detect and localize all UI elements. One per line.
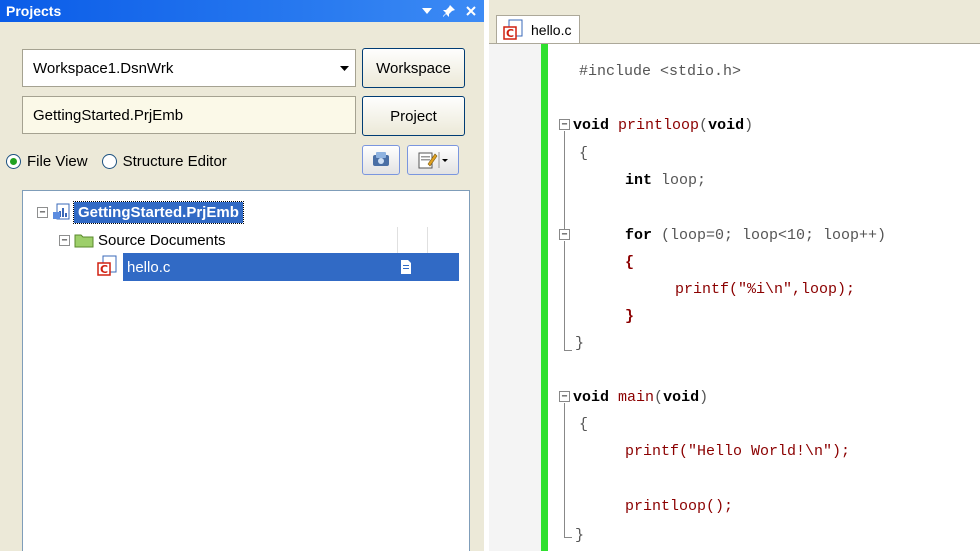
svg-text:C: C	[506, 27, 514, 40]
tree-file-selection[interactable]: hello.c	[123, 253, 459, 281]
chevron-down-icon[interactable]	[333, 50, 355, 86]
tree-row-folder[interactable]: − Source Documents	[59, 227, 226, 253]
code-line-7: printf("%i\n",loop);	[675, 281, 856, 298]
project-button[interactable]: Project	[362, 96, 465, 136]
document-icon	[401, 260, 411, 274]
editor-gutter	[489, 44, 541, 551]
dropdown-arrow-icon[interactable]	[418, 2, 436, 20]
fold-guide	[564, 241, 565, 351]
tree-folder-label[interactable]: Source Documents	[98, 232, 226, 249]
editor-tab-strip: C hello.c	[489, 0, 980, 44]
code-token: (	[699, 117, 709, 134]
change-bar	[541, 44, 548, 551]
code-token: int	[625, 172, 653, 189]
code-line-14: }	[575, 527, 585, 544]
code-token: void	[573, 117, 610, 134]
projects-titlebar: Projects	[0, 0, 484, 22]
options-dropdown-button[interactable]	[407, 145, 459, 175]
code-line-5: for (loop=0; loop<10; loop++)	[625, 225, 886, 247]
code-token: for	[625, 227, 653, 244]
radio-selected[interactable]	[6, 153, 21, 169]
code-line-1: #include <stdio.h>	[579, 63, 742, 80]
fold-collapse-icon[interactable]: −	[559, 229, 570, 240]
c-file-icon: C	[97, 255, 117, 276]
code-line-10: void main(void)	[573, 387, 708, 409]
code-token: void	[573, 389, 610, 406]
tree-row-root[interactable]: − GettingStarted.PrjEmb	[37, 199, 244, 225]
code-line-3: {	[579, 145, 589, 162]
tree-file-label[interactable]: hello.c	[123, 259, 399, 276]
tab-hello-c[interactable]: C hello.c	[496, 15, 581, 43]
view-radio-group: File View Structure Editor	[6, 148, 241, 174]
code-line-2: void printloop(void)	[573, 115, 753, 137]
code-line-11: {	[579, 416, 589, 433]
code-token: loop;	[652, 172, 707, 189]
code-line-13: printloop();	[625, 498, 734, 515]
code-token: printloop	[618, 117, 700, 134]
project-field[interactable]: GettingStarted.PrjEmb	[22, 96, 356, 134]
workspace-select[interactable]: Workspace1.DsnWrk	[22, 49, 356, 87]
tab-label[interactable]: hello.c	[531, 22, 571, 38]
fold-end	[564, 537, 572, 538]
code-line-8: }	[625, 308, 635, 325]
tree-row-file[interactable]: C	[97, 253, 123, 279]
code-editor[interactable]: C hello.c − − − #include <stdio.h> void …	[489, 0, 980, 551]
workspace-select-value: Workspace1.DsnWrk	[33, 59, 174, 77]
c-file-icon: C	[503, 19, 523, 40]
collapse-icon[interactable]: −	[59, 234, 70, 246]
fold-guide	[564, 403, 565, 538]
code-line-12: printf("Hello World!\n");	[625, 443, 851, 460]
radio-structure-editor-label: Structure Editor	[122, 152, 227, 170]
code-token: (	[654, 389, 664, 406]
code-token: void	[663, 389, 700, 406]
radio-structure-editor[interactable]: Structure Editor	[101, 152, 227, 170]
document-edit-icon	[418, 152, 438, 169]
radio-file-view[interactable]: File View	[6, 153, 88, 170]
code-line-6: {	[625, 254, 635, 271]
collapse-icon[interactable]: −	[37, 206, 48, 218]
code-area[interactable]: − − − #include <stdio.h> void printloop(…	[549, 44, 980, 551]
tree-column-divider	[427, 227, 428, 253]
build-icon	[373, 152, 389, 166]
tree-column-divider	[397, 227, 398, 253]
radio-file-view-label: File View	[27, 152, 88, 170]
project-file-icon	[53, 203, 70, 220]
tree-root-label[interactable]: GettingStarted.PrjEmb	[73, 200, 244, 224]
projects-panel: Projects Workspace1.DsnWrk Workspace Get…	[0, 0, 484, 551]
chevron-down-icon	[438, 152, 448, 168]
svg-text:C: C	[100, 263, 108, 276]
fold-collapse-icon[interactable]: −	[559, 119, 570, 130]
workspace-button[interactable]: Workspace	[362, 48, 465, 88]
code-token: )	[699, 389, 709, 406]
pin-icon[interactable]	[440, 2, 458, 20]
folder-icon	[74, 234, 94, 248]
code-line-4: int loop;	[625, 170, 706, 192]
code-token: main	[618, 389, 655, 406]
project-tree[interactable]: − GettingStarted.PrjEmb − Source Documen…	[22, 190, 470, 551]
radio-unselected[interactable]	[101, 153, 117, 169]
code-token: void	[708, 117, 745, 134]
fold-end	[564, 350, 572, 351]
code-token: (loop=0; loop<10; loop++)	[652, 227, 887, 244]
panel-title: Projects	[6, 3, 62, 19]
fold-collapse-icon[interactable]: −	[559, 391, 570, 402]
close-icon[interactable]	[462, 2, 480, 20]
code-line-9: }	[575, 335, 585, 352]
code-token: )	[744, 117, 754, 134]
build-button[interactable]	[362, 145, 400, 175]
fold-guide	[564, 131, 565, 231]
